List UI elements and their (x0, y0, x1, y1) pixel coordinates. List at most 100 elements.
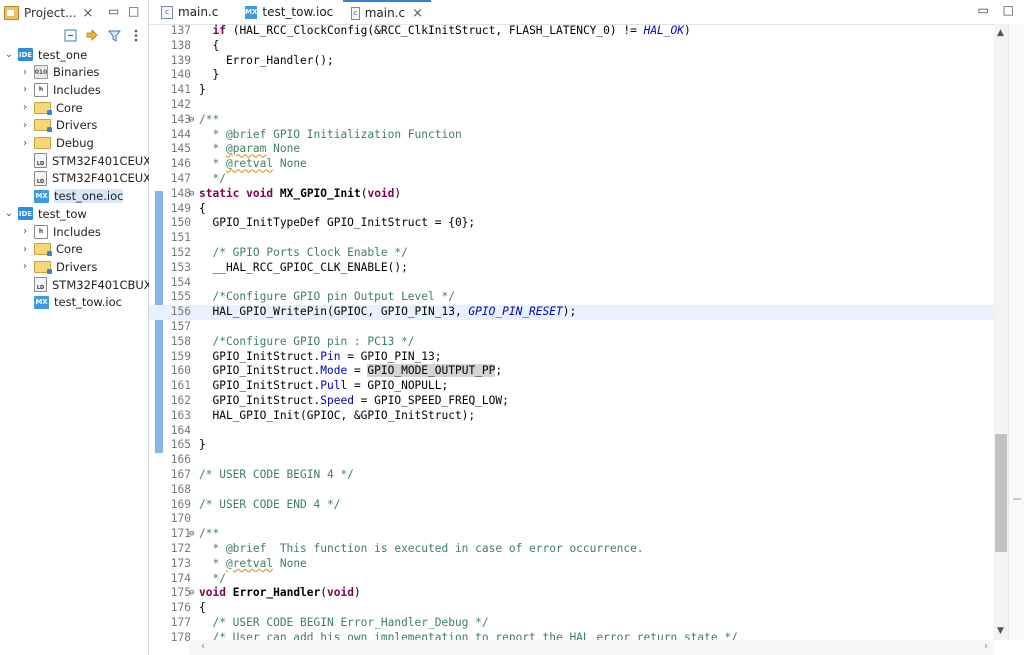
code-line[interactable]: 157 (149, 320, 994, 335)
tree-item[interactable]: › Drivers (20, 117, 97, 134)
code-line[interactable]: 172 * @brief This function is executed i… (149, 542, 994, 557)
scroll-right-icon[interactable]: › (984, 641, 988, 652)
tree-item[interactable]: › Debug (20, 135, 94, 152)
tree-item[interactable]: › Drivers (20, 258, 97, 275)
code-line[interactable]: 170 (149, 512, 994, 527)
code-line[interactable]: 153 __HAL_RCC_GPIOC_CLK_ENABLE(); (149, 261, 994, 276)
code-line[interactable]: 154 (149, 276, 994, 291)
code-line[interactable]: 171 ⊖ /** (149, 527, 994, 542)
line-number: 152 (170, 246, 191, 259)
code-line[interactable]: 162 GPIO_InitStruct.Speed = GPIO_SPEED_F… (149, 394, 994, 409)
fold-toggle-icon[interactable]: ⊖ (189, 113, 194, 128)
chevron-right-icon[interactable]: › (20, 102, 30, 113)
collapse-all-icon[interactable] (62, 27, 78, 43)
tree-item[interactable]: LD STM32F401CEUX_R (20, 170, 165, 187)
chevron-right-icon[interactable]: › (20, 244, 30, 255)
chevron-down-icon[interactable]: ⌄ (4, 49, 14, 60)
line-number: 151 (170, 231, 191, 245)
code-text-area[interactable]: 137 if (HAL_RCC_ClockConfig(&RCC_ClkInit… (149, 24, 994, 644)
code-text: * @param None (199, 142, 301, 156)
fold-toggle-icon[interactable]: ⊖ (189, 527, 194, 542)
tree-item[interactable]: › Core (20, 99, 83, 116)
code-line[interactable]: 146 * @retval None (149, 157, 994, 172)
code-line[interactable]: 151 (149, 231, 994, 246)
code-line[interactable]: 161 GPIO_InitStruct.Pull = GPIO_NOPULL; (149, 379, 994, 394)
code-line[interactable]: 164 (149, 424, 994, 439)
code-line[interactable]: 169 /* USER CODE END 4 */ (149, 498, 994, 513)
tree-item[interactable]: › h Includes (20, 81, 101, 98)
code-line[interactable]: 167 /* USER CODE BEGIN 4 */ (149, 468, 994, 483)
code-line[interactable]: 149 { (149, 202, 994, 217)
code-line[interactable]: 160 GPIO_InitStruct.Mode = GPIO_MODE_OUT… (149, 364, 994, 379)
code-line[interactable]: 147 */ (149, 172, 994, 187)
tree-item-label: Drivers (56, 259, 98, 274)
code-line[interactable]: 163 HAL_GPIO_Init(GPIOC, &GPIO_InitStruc… (149, 409, 994, 424)
view-menu-icon[interactable] (128, 27, 144, 43)
chevron-right-icon[interactable]: › (20, 261, 30, 272)
tab-editor-file[interactable]: c main.c (153, 0, 237, 24)
code-line[interactable]: 150 GPIO_InitTypeDef GPIO_InitStruct = {… (149, 216, 994, 231)
tree-item[interactable]: › 010 Binaries (20, 64, 99, 81)
tab-editor-file[interactable]: MX test_tow.ioc (237, 0, 337, 24)
code-line[interactable]: 165} (149, 438, 994, 453)
tab-editor-file[interactable]: c main.c × (343, 0, 431, 24)
code-line[interactable]: 176 { (149, 601, 994, 616)
source-folder-icon (34, 101, 52, 115)
code-line[interactable]: 159 GPIO_InitStruct.Pin = GPIO_PIN_13; (149, 350, 994, 365)
tree-item[interactable]: ⌄ IDE test_tow (4, 205, 87, 222)
scroll-left-icon[interactable]: ‹ (201, 641, 205, 652)
tree-item[interactable]: ⌄ IDE test_one (4, 46, 87, 63)
tree-item[interactable]: LD STM32F401CEUX_F (20, 152, 163, 169)
code-line[interactable]: 173 * @retval None (149, 557, 994, 572)
chevron-down-icon[interactable]: ⌄ (4, 208, 14, 219)
code-line[interactable]: 141} (149, 83, 994, 98)
code-line[interactable]: 142 (149, 98, 994, 113)
chevron-right-icon[interactable]: › (20, 84, 30, 95)
maximize-icon[interactable]: □ (128, 4, 139, 18)
fold-toggle-icon[interactable]: ⊖ (189, 187, 194, 202)
code-line[interactable]: 140 } (149, 68, 994, 83)
code-line[interactable]: 177 /* USER CODE BEGIN Error_Handler_Deb… (149, 616, 994, 631)
tree-item[interactable]: › Core (20, 241, 83, 258)
minimize-icon[interactable]: ▭ (108, 4, 119, 18)
code-line[interactable]: 152 /* GPIO Ports Clock Enable */ (149, 246, 994, 261)
code-text: */ (199, 571, 226, 585)
code-line[interactable]: 145 * @param None (149, 142, 994, 157)
code-line[interactable]: 174 */ (149, 572, 994, 587)
tree-item[interactable]: LD STM32F401CBUX_F (20, 276, 164, 293)
code-line[interactable]: 155 /*Configure GPIO pin Output Level */ (149, 290, 994, 305)
chevron-right-icon[interactable]: › (20, 120, 30, 131)
code-line[interactable]: 137 if (HAL_RCC_ClockConfig(&RCC_ClkInit… (149, 24, 994, 39)
vertical-scrollbar[interactable]: ▲ ▼ (994, 24, 1008, 640)
fold-toggle-icon[interactable]: ⊖ (189, 586, 194, 601)
close-icon[interactable]: × (83, 6, 94, 21)
minimize-icon[interactable]: ▭ (977, 3, 988, 17)
close-icon[interactable]: × (412, 6, 423, 21)
maximize-icon[interactable]: □ (1003, 3, 1014, 17)
tree-item[interactable]: › h Includes (20, 223, 101, 240)
code-line[interactable]: 138 { (149, 39, 994, 54)
code-line[interactable]: 166 (149, 453, 994, 468)
code-line[interactable]: 168 (149, 483, 994, 498)
scroll-up-icon[interactable]: ▲ (997, 28, 1004, 38)
code-line[interactable]: 143 ⊖ /** (149, 113, 994, 128)
scroll-down-icon[interactable]: ▼ (997, 626, 1004, 636)
link-with-editor-icon[interactable] (84, 27, 100, 43)
code-line[interactable]: 156 HAL_GPIO_WritePin(GPIOC, GPIO_PIN_13… (149, 305, 994, 320)
code-line[interactable]: 158 /*Configure GPIO pin : PC13 */ (149, 335, 994, 350)
tree-item[interactable]: MX test_tow.ioc (20, 294, 122, 311)
horizontal-scrollbar[interactable]: ‹ › (189, 640, 994, 655)
scrollbar-thumb[interactable] (995, 434, 1007, 552)
chevron-right-icon[interactable]: › (20, 226, 30, 237)
code-line[interactable]: 144 * @brief GPIO Initialization Functio… (149, 128, 994, 143)
tab-project-explorer[interactable]: Project... × (0, 2, 94, 24)
binaries-icon: 010 (34, 65, 48, 80)
code-line[interactable]: 139 Error_Handler(); (149, 54, 994, 69)
tab-label: main.c (364, 6, 406, 20)
tree-item[interactable]: MX test_one.ioc (20, 188, 124, 205)
chevron-right-icon[interactable]: › (20, 138, 30, 149)
filter-icon[interactable] (106, 27, 122, 43)
code-line[interactable]: 148 ⊖ static void MX_GPIO_Init(void) (149, 187, 994, 202)
chevron-right-icon[interactable]: › (20, 67, 30, 78)
code-line[interactable]: 175 ⊖ void Error_Handler(void) (149, 586, 994, 601)
